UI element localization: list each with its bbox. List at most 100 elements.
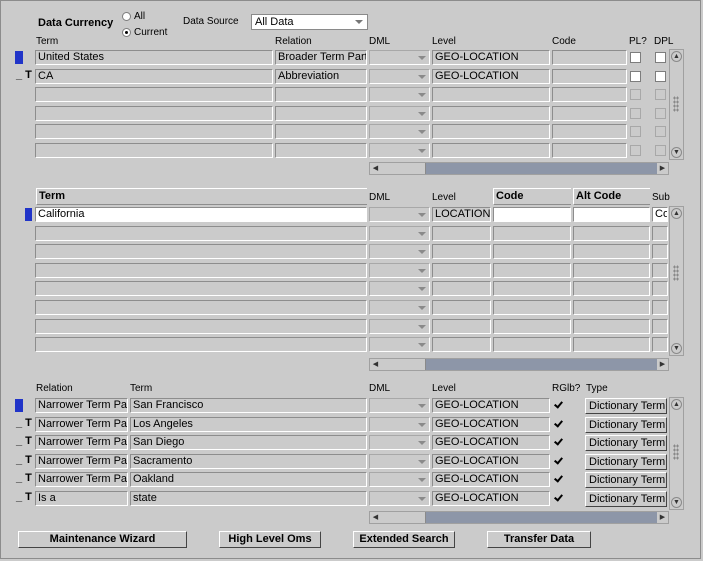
b3-vertical-scrollbar[interactable]: ▲ ▼ [669, 397, 684, 510]
b2-sub-cell[interactable] [652, 262, 668, 278]
b2-alt-code-cell[interactable] [573, 207, 650, 222]
scroll-down-icon[interactable]: ▼ [671, 343, 682, 354]
b3-rglb-checkbox[interactable] [552, 455, 563, 466]
dml-select[interactable] [369, 337, 430, 353]
b3-level-cell[interactable]: GEO-LOCATION [432, 416, 550, 432]
scroll-right-icon[interactable]: ▶ [657, 163, 668, 174]
extended-search-button[interactable]: Extended Search [353, 531, 455, 548]
b2-alt-code-cell[interactable] [573, 281, 650, 297]
b1-pl-checkbox[interactable] [630, 126, 641, 138]
b1-level-cell[interactable]: GEO-LOCATION [432, 50, 550, 65]
row-indicator[interactable] [15, 51, 23, 64]
b1-code-cell[interactable] [552, 105, 627, 121]
b2-alt-code-cell[interactable] [573, 262, 650, 278]
b1-code-cell[interactable] [552, 143, 627, 158]
dml-select[interactable] [369, 416, 430, 432]
b1-dpl-checkbox[interactable] [655, 145, 666, 156]
b2-level-cell[interactable] [432, 337, 491, 353]
dml-select[interactable] [369, 244, 430, 260]
dml-select[interactable] [369, 105, 430, 121]
b3-type-button[interactable]: Dictionary Term [585, 416, 667, 433]
b1-level-cell[interactable] [432, 105, 550, 121]
b1-vertical-scrollbar[interactable]: ▲ ▼ [669, 49, 684, 160]
scroll-up-icon[interactable]: ▲ [671, 51, 682, 62]
scroll-grip-icon[interactable] [673, 444, 679, 460]
b3-level-cell[interactable]: GEO-LOCATION [432, 491, 550, 506]
dml-select[interactable] [369, 453, 430, 469]
b2-term-cell[interactable] [35, 337, 367, 353]
b2-sub-cell[interactable] [652, 318, 668, 334]
b1-pl-checkbox[interactable] [630, 145, 641, 156]
dml-select[interactable] [369, 435, 430, 451]
b1-dpl-checkbox[interactable] [655, 52, 666, 63]
b3-level-cell[interactable]: GEO-LOCATION [432, 472, 550, 488]
b3-term-cell[interactable]: San Francisco [130, 398, 367, 413]
b3-rglb-checkbox[interactable] [552, 492, 563, 503]
scroll-left-icon[interactable]: ◀ [370, 359, 381, 370]
b2-code-cell[interactable] [493, 281, 571, 297]
b3-type-button[interactable]: Dictionary Term [585, 435, 667, 452]
b2-sub-cell[interactable] [652, 225, 668, 241]
dml-select[interactable] [369, 207, 430, 222]
b2-code-cell[interactable] [493, 262, 571, 278]
b3-rglb-checkbox[interactable] [552, 436, 563, 447]
b2-alt-code-cell[interactable] [573, 225, 650, 241]
b2-code-cell[interactable] [493, 300, 571, 315]
b3-type-button[interactable]: Dictionary Term [585, 398, 667, 414]
b1-code-cell[interactable] [552, 68, 627, 84]
b2-level-cell[interactable] [432, 281, 491, 297]
b1-level-cell[interactable]: GEO-LOCATION [432, 68, 550, 84]
b1-relation-cell[interactable] [275, 87, 367, 103]
scroll-down-icon[interactable]: ▼ [671, 147, 682, 158]
b3-rglb-checkbox[interactable] [552, 473, 563, 484]
b2-alt-code-cell[interactable] [573, 318, 650, 334]
b3-relation-cell[interactable]: Narrower Term Pa [35, 398, 128, 413]
dml-select[interactable] [369, 398, 430, 413]
b2-level-cell[interactable] [432, 318, 491, 334]
b2-alt-code-cell[interactable] [573, 244, 650, 260]
b3-type-button[interactable]: Dictionary Term [585, 472, 667, 489]
scroll-thumb[interactable] [381, 359, 426, 370]
b2-code-cell[interactable] [493, 225, 571, 241]
b1-level-cell[interactable] [432, 143, 550, 158]
b2-term-cell[interactable] [35, 225, 367, 241]
b2-level-cell[interactable] [432, 262, 491, 278]
b1-relation-cell[interactable] [275, 105, 367, 121]
b2-level-cell[interactable]: LOCATION [432, 207, 491, 222]
b1-term-cell[interactable] [35, 87, 273, 103]
b3-relation-cell[interactable]: Is a [35, 491, 128, 506]
b1-relation-cell[interactable]: Abbreviation [275, 68, 367, 84]
dml-select[interactable] [369, 281, 430, 297]
b1-pl-checkbox[interactable] [630, 89, 641, 101]
b1-relation-cell[interactable] [275, 124, 367, 140]
dml-select[interactable] [369, 472, 430, 488]
currency-all-radio[interactable] [122, 12, 131, 21]
b2-term-cell[interactable] [35, 318, 367, 334]
b1-dpl-checkbox[interactable] [655, 70, 666, 82]
b2-level-cell[interactable] [432, 225, 491, 241]
b3-relation-cell[interactable]: Narrower Term Pa [35, 435, 128, 451]
dml-select[interactable] [369, 68, 430, 84]
b1-dpl-checkbox[interactable] [655, 107, 666, 119]
dml-select[interactable] [369, 143, 430, 158]
b2-sub-cell[interactable] [652, 244, 668, 260]
data-source-select[interactable]: All Data [251, 14, 368, 30]
b1-pl-checkbox[interactable] [630, 70, 641, 82]
b1-term-cell[interactable] [35, 124, 273, 140]
dml-select[interactable] [369, 491, 430, 506]
b3-term-cell[interactable]: Sacramento [130, 453, 367, 469]
b1-horizontal-scrollbar[interactable]: ◀ ▶ [369, 162, 669, 175]
scroll-grip-icon[interactable] [673, 96, 679, 112]
b1-dpl-checkbox[interactable] [655, 89, 666, 101]
b2-code-cell[interactable] [493, 207, 571, 222]
scroll-up-icon[interactable]: ▲ [671, 399, 682, 410]
scroll-left-icon[interactable]: ◀ [370, 163, 381, 174]
b1-code-cell[interactable] [552, 50, 627, 65]
b1-level-cell[interactable] [432, 87, 550, 103]
row-indicator[interactable] [25, 208, 32, 221]
b2-term-cell[interactable]: California [35, 207, 367, 222]
b3-term-cell[interactable]: San Diego [130, 435, 367, 451]
dml-select[interactable] [369, 124, 430, 140]
b2-sub-cell[interactable]: Co [652, 207, 668, 222]
b3-level-cell[interactable]: GEO-LOCATION [432, 453, 550, 469]
